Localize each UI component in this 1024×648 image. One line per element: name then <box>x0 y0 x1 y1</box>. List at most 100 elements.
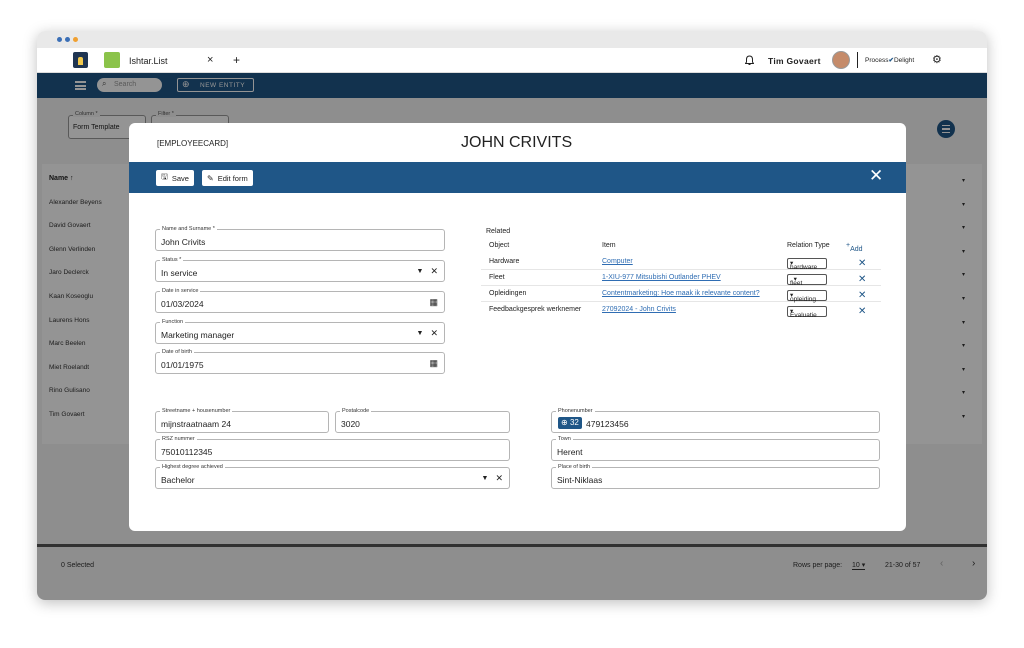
name-field-value: John Crivits <box>161 237 206 247</box>
bell-icon[interactable] <box>745 55 754 66</box>
remove-relation-icon[interactable]: ✕ <box>858 258 866 269</box>
window-titlebar <box>37 31 987 48</box>
degree-select[interactable]: Highest degree achieved Bachelor ▼ ✕ <box>155 463 510 489</box>
clear-icon[interactable]: ✕ <box>430 266 438 277</box>
related-item-link[interactable]: Contentmarketing: Hoe maak ik relevante … <box>602 290 760 297</box>
related-item-link[interactable]: Computer <box>602 258 633 265</box>
phone-field[interactable]: Phonenumber ⊕ 32 479123456 <box>551 407 880 433</box>
related-row: Opleidingen Contentmarketing: Hoe maak i… <box>481 286 881 303</box>
place-of-birth-value: Sint-Niklaas <box>557 475 603 485</box>
chevron-down-icon[interactable]: ▼ <box>417 268 424 275</box>
remove-relation-icon[interactable]: ✕ <box>858 306 866 317</box>
remove-relation-icon[interactable]: ✕ <box>858 274 866 285</box>
name-field-label: Name and Surname * <box>160 225 217 233</box>
relation-type-select[interactable]: fleet ▾ <box>787 274 827 287</box>
country-code-badge[interactable]: ⊕ 32 <box>558 417 582 429</box>
street-label: Streetname + housenumber <box>160 407 233 415</box>
edit-form-label: Edit form <box>217 173 248 183</box>
save-icon: 🖫 <box>161 172 168 181</box>
col-item: Item <box>602 242 616 249</box>
dialog-toolbar: 🖫 Save ✎ Edit form ✕ <box>129 162 906 193</box>
new-tab-button[interactable]: + <box>233 53 240 67</box>
calendar-icon[interactable]: ▦ <box>429 297 438 308</box>
relation-type-select[interactable]: hardware ▾ <box>787 258 827 271</box>
app-logo-icon <box>73 52 88 68</box>
street-value: mijnstraatnaam 24 <box>161 419 231 429</box>
clear-icon[interactable]: ✕ <box>495 473 503 484</box>
date-in-service-field[interactable]: Date in service 01/03/2024 ▦ <box>155 287 445 313</box>
status-select[interactable]: Status * In service ▼ ✕ <box>155 256 445 282</box>
tab-bar: Ishtar.List × + Tim Govaert Process✔Deli… <box>37 48 987 73</box>
related-title: Related <box>486 228 511 235</box>
user-name[interactable]: Tim Govaert <box>768 56 821 66</box>
rsz-label: RSZ nummer <box>160 435 197 443</box>
close-icon[interactable]: ✕ <box>869 166 883 186</box>
related-item-link[interactable]: 27092024 - John Crivits <box>602 306 676 313</box>
function-value: Marketing manager <box>161 330 235 340</box>
brand-left-text: Process <box>865 57 889 64</box>
town-value: Herent <box>557 447 583 457</box>
add-related-button[interactable]: + Add <box>846 242 863 253</box>
date-in-service-value: 01/03/2024 <box>161 299 204 309</box>
chevron-down-icon[interactable]: ▼ <box>417 330 424 337</box>
relation-value: Evaluatie <box>790 312 817 319</box>
function-select[interactable]: Function Marketing manager ▼ ✕ <box>155 318 445 344</box>
function-label: Function <box>160 318 186 326</box>
divider <box>857 52 858 68</box>
edit-form-button[interactable]: ✎ Edit form <box>202 170 253 186</box>
relation-type-select[interactable]: Evaluatie ▾ <box>787 306 827 319</box>
country-code: 32 <box>569 418 579 427</box>
related-item-link[interactable]: 1-XIU-977 Mitsubishi Outlander PHEV <box>602 274 721 281</box>
related-object: Hardware <box>489 258 520 265</box>
degree-label: Highest degree achieved <box>160 463 225 471</box>
date-of-birth-field[interactable]: Date of birth 01/01/1975 ▦ <box>155 348 445 374</box>
add-label: Add <box>850 246 863 253</box>
related-row: Feedbackgesprek werknemer 27092024 - Joh… <box>481 302 881 319</box>
window-dot-icon[interactable] <box>57 37 62 42</box>
related-row: Hardware Computer hardware ▾ ✕ <box>481 254 881 271</box>
place-of-birth-field[interactable]: Place of birth Sint-Niklaas <box>551 463 880 489</box>
entity-tag: [EMPLOYEECARD] <box>157 139 229 148</box>
related-object: Feedbackgesprek werknemer <box>489 306 582 313</box>
town-field[interactable]: Town Herent <box>551 435 880 461</box>
town-label: Town <box>556 435 573 443</box>
related-object: Opleidingen <box>489 290 527 297</box>
rsz-value: 75010112345 <box>161 447 213 457</box>
related-object: Fleet <box>489 274 505 281</box>
avatar[interactable] <box>832 51 850 69</box>
window-dot-icon[interactable] <box>65 37 70 42</box>
save-button[interactable]: 🖫 Save <box>156 170 194 186</box>
status-value: In service <box>161 268 198 278</box>
calendar-icon[interactable]: ▦ <box>429 358 438 369</box>
place-of-birth-label: Place of birth <box>556 463 593 471</box>
date-of-birth-value: 01/01/1975 <box>161 360 204 370</box>
date-in-service-label: Date in service <box>160 287 201 295</box>
window-dot-icon[interactable] <box>73 37 78 42</box>
employee-card-dialog: [EMPLOYEECARD] JOHN CRIVITS 🖫 Save ✎ Edi… <box>129 123 906 531</box>
settings-gear-icon[interactable]: ⚙ <box>932 53 942 66</box>
rsz-field[interactable]: RSZ nummer 75010112345 <box>155 435 510 461</box>
postalcode-field[interactable]: Postalcode 3020 <box>335 407 510 433</box>
pencil-icon: ✎ <box>207 173 214 183</box>
street-field[interactable]: Streetname + housenumber mijnstraatnaam … <box>155 407 329 433</box>
brand-logo[interactable]: Process✔Delight <box>865 56 914 64</box>
tab-title[interactable]: Ishtar.List <box>129 56 168 66</box>
degree-value: Bachelor <box>161 475 195 485</box>
browser-window: Ishtar.List × + Tim Govaert Process✔Deli… <box>37 31 987 600</box>
remove-relation-icon[interactable]: ✕ <box>858 290 866 301</box>
postalcode-label: Postalcode <box>340 407 372 415</box>
related-header: Object Item Relation Type + Add <box>481 238 881 254</box>
tab-favicon-icon <box>104 52 120 68</box>
name-field[interactable]: Name and Surname * John Crivits <box>155 225 445 251</box>
page-title: JOHN CRIVITS <box>461 134 573 151</box>
col-object: Object <box>489 242 510 249</box>
related-panel: Related Object Item Relation Type + Add … <box>481 223 881 323</box>
clear-icon[interactable]: ✕ <box>430 328 438 339</box>
phone-value: 479123456 <box>586 419 629 429</box>
col-relation: Relation Type <box>787 242 830 249</box>
relation-type-select[interactable]: opleiding ▾ <box>787 290 827 303</box>
chevron-down-icon[interactable]: ▼ <box>482 475 489 482</box>
postalcode-value: 3020 <box>341 419 360 429</box>
save-label: Save <box>171 173 189 183</box>
tab-close-icon[interactable]: × <box>207 54 213 66</box>
